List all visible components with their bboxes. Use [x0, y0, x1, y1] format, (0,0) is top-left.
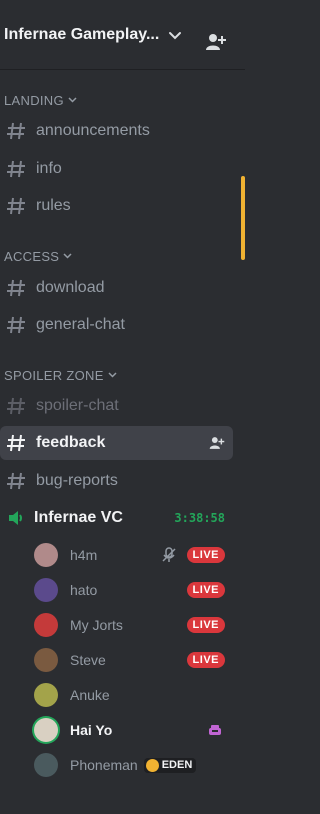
channel-name: announcements [36, 122, 150, 139]
scrollbar-thumb[interactable] [241, 176, 245, 260]
voice-user-h4m[interactable]: h4m LIVE [34, 539, 233, 571]
text-channel-locked-icon [7, 122, 25, 140]
text-channel-icon [7, 197, 25, 215]
voice-user-name: Phoneman [70, 757, 138, 773]
text-channel-locked-icon [7, 279, 25, 297]
channel-name: download [36, 279, 105, 296]
channel-spoiler-chat[interactable]: spoiler-chat [0, 389, 233, 423]
category-access[interactable]: ACCESS [4, 247, 72, 265]
live-badge: LIVE [186, 617, 225, 633]
category-label: LANDING [4, 92, 64, 108]
muted-microphone-icon [162, 547, 176, 562]
voice-timer: 3:38:58 [174, 511, 225, 525]
channel-feedback[interactable]: feedback [0, 426, 233, 460]
chevron-down-icon [68, 97, 77, 103]
channel-general-chat[interactable]: general-chat [0, 308, 233, 342]
activity-icon [209, 725, 221, 735]
avatar [34, 543, 58, 567]
channel-info[interactable]: info [0, 152, 233, 186]
speaker-icon [9, 511, 22, 525]
category-label: SPOILER ZONE [4, 367, 104, 383]
channel-download[interactable]: download [0, 271, 233, 305]
live-badge: LIVE [186, 582, 225, 598]
voice-user-name: Anuke [70, 687, 110, 703]
channel-name: spoiler-chat [36, 397, 119, 414]
avatar [34, 718, 58, 742]
voice-user-name: Hai Yo [70, 722, 113, 738]
channel-bug-reports[interactable]: bug-reports [0, 464, 233, 498]
channel-name: general-chat [36, 316, 125, 333]
channel-announcements[interactable]: announcements [0, 114, 233, 148]
voice-user-hato[interactable]: hato LIVE [34, 574, 233, 606]
text-channel-locked-icon [7, 434, 25, 452]
text-channel-locked-icon [7, 316, 25, 334]
text-channel-locked-icon [7, 472, 25, 490]
live-badge: LIVE [186, 547, 225, 563]
voice-user-anuke[interactable]: Anuke [34, 679, 233, 711]
invite-people-icon[interactable] [205, 32, 227, 52]
text-channel-icon [7, 160, 25, 178]
invite-people-icon[interactable] [209, 435, 225, 451]
chevron-down-icon[interactable] [168, 31, 182, 41]
voice-user-name: hato [70, 582, 98, 598]
voice-user-my-jorts[interactable]: My Jorts LIVE [34, 609, 233, 641]
channel-name: info [36, 160, 62, 177]
voice-channel-infernae-vc[interactable]: Infernae VC 3:38:58 [0, 501, 233, 535]
category-spoiler-zone[interactable]: SPOILER ZONE [4, 366, 117, 384]
voice-user-name: h4m [70, 547, 98, 563]
chevron-down-icon [63, 253, 72, 259]
avatar [34, 578, 58, 602]
avatar [34, 613, 58, 637]
channel-name: rules [36, 197, 71, 214]
voice-user-name: Steve [70, 652, 106, 668]
channel-rules[interactable]: rules [0, 189, 233, 223]
live-badge: LIVE [186, 652, 225, 668]
server-tag-label: EDEN [161, 759, 193, 771]
channel-name: bug-reports [36, 472, 118, 489]
voice-user-hai-yo[interactable]: Hai Yo [34, 714, 233, 746]
voice-user-name: My Jorts [70, 617, 123, 633]
text-channel-locked-icon [7, 397, 25, 415]
voice-user-phoneman[interactable]: Phoneman EDEN [34, 749, 233, 781]
voice-user-steve[interactable]: Steve LIVE [34, 644, 233, 676]
channel-name: feedback [36, 434, 106, 451]
avatar [34, 753, 58, 777]
category-label: ACCESS [4, 248, 60, 264]
server-name[interactable]: Infernae Gameplay... [4, 26, 164, 44]
avatar [34, 683, 58, 707]
voice-channel-name: Infernae VC [34, 509, 123, 526]
server-tag: EDEN [143, 757, 197, 773]
category-landing[interactable]: LANDING [4, 91, 77, 109]
chevron-down-icon [108, 372, 117, 378]
avatar [34, 648, 58, 672]
server-tag-icon [145, 758, 159, 772]
